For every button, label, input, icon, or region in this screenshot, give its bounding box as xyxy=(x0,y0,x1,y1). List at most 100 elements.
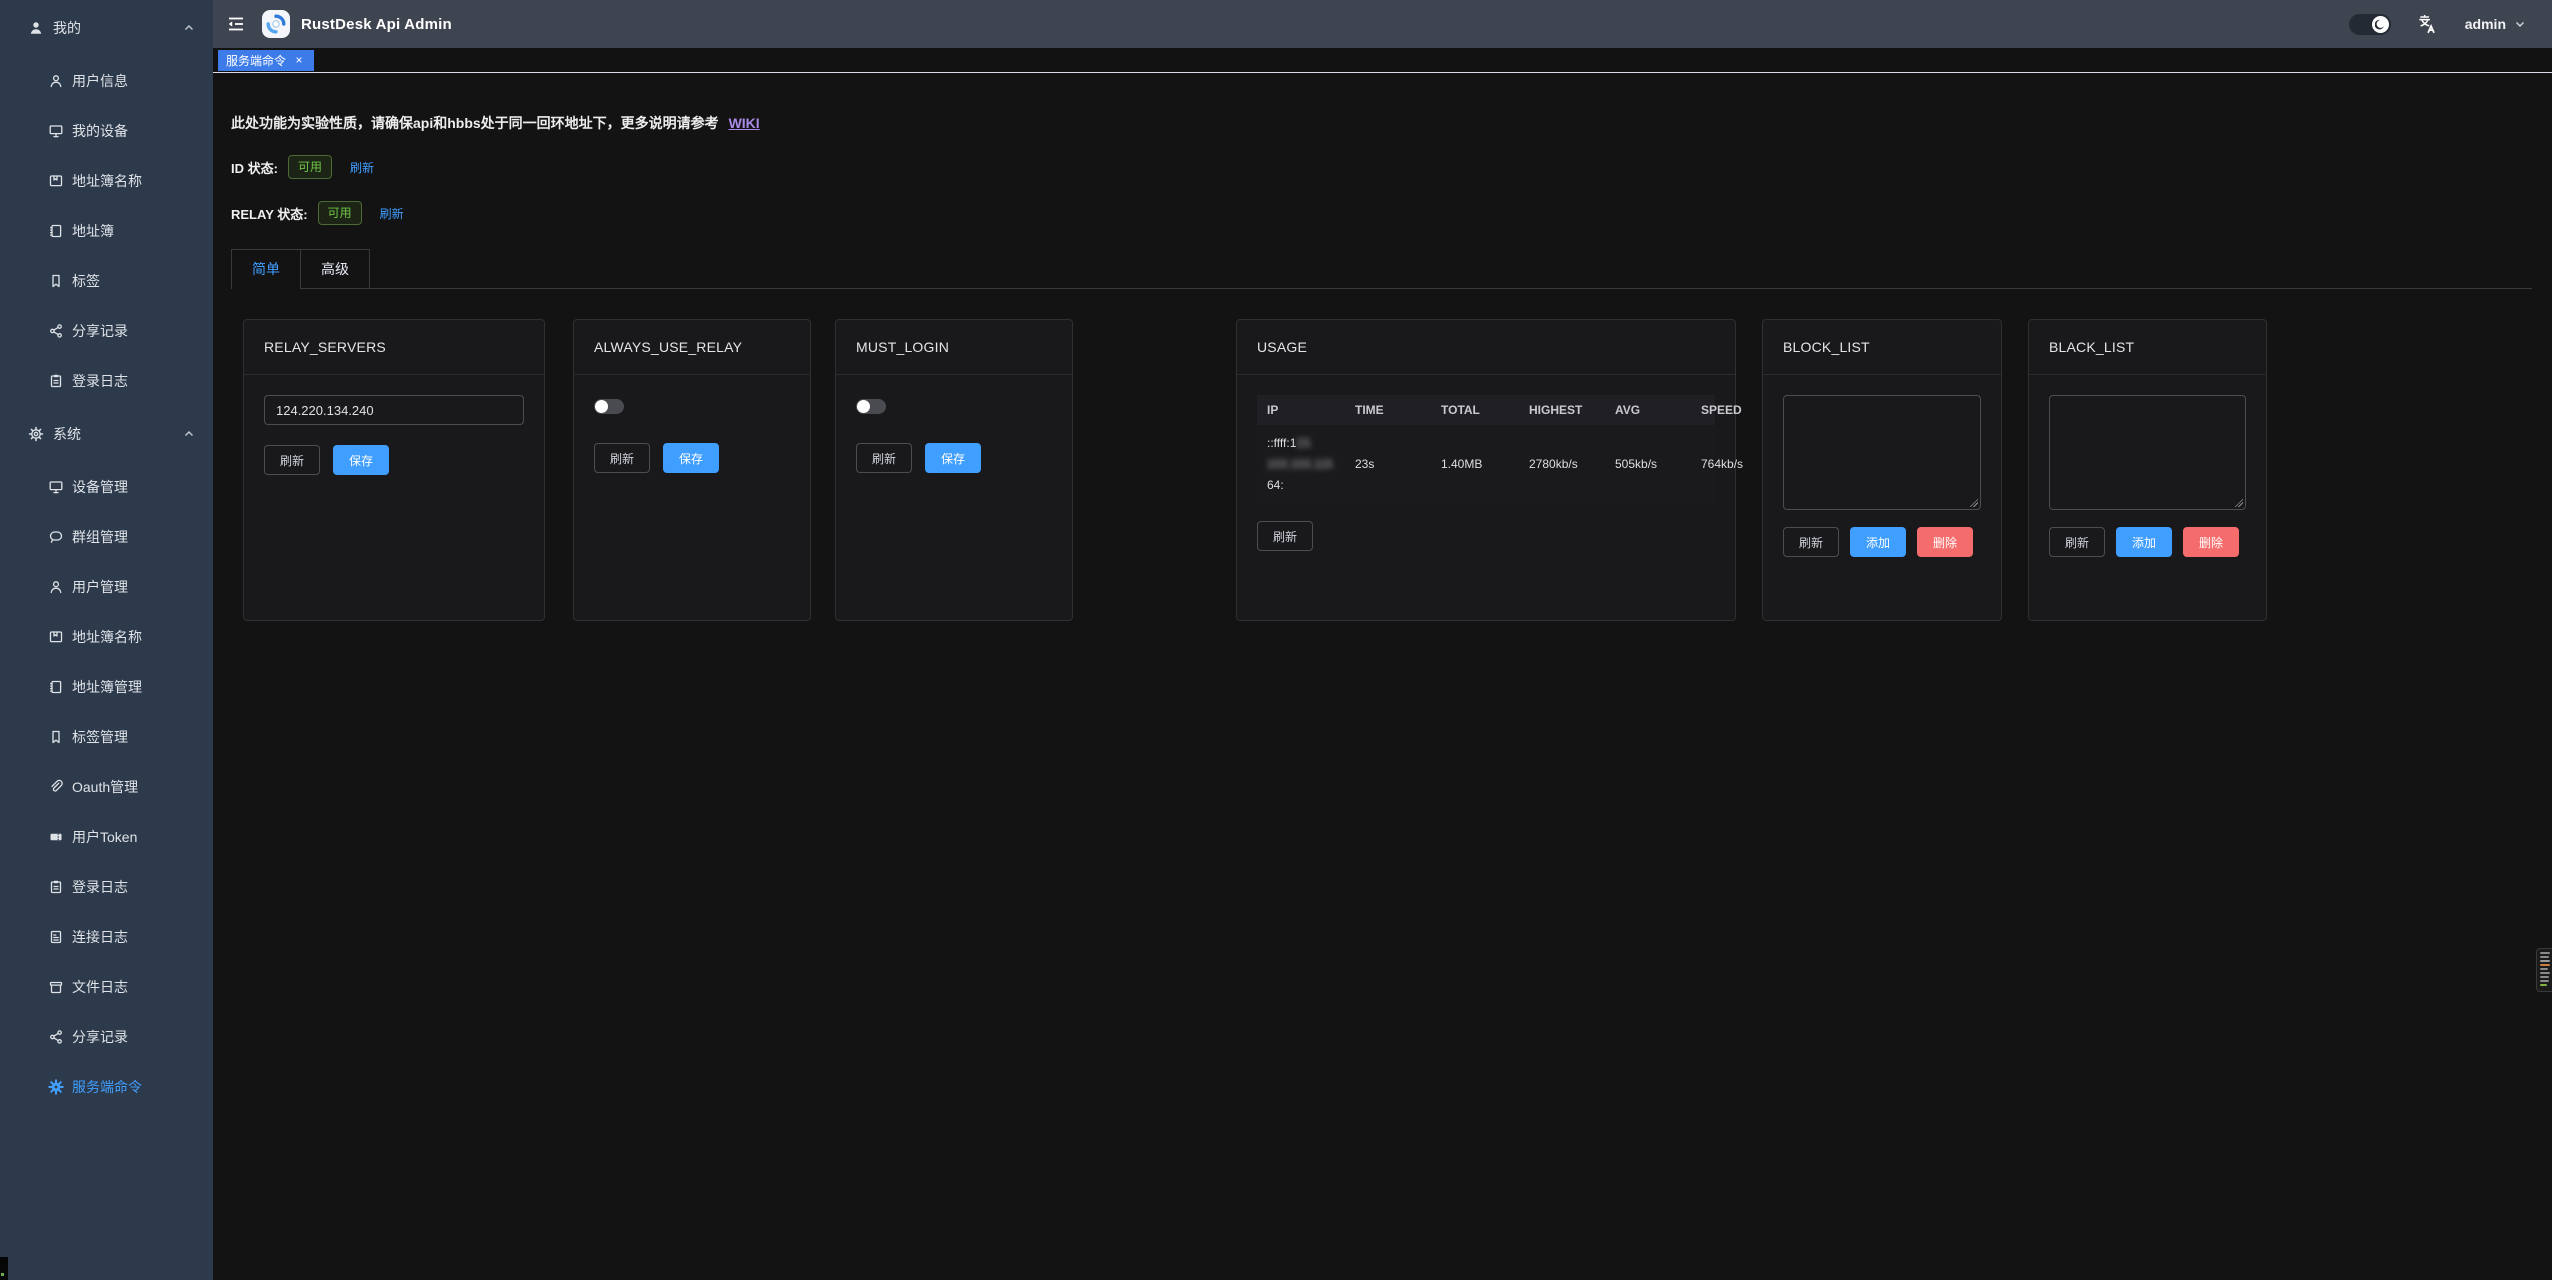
sidebar-item-设备管理[interactable]: 设备管理 xyxy=(0,462,213,512)
scroll-minimap-widget[interactable] xyxy=(2536,948,2552,992)
language-switch-icon[interactable] xyxy=(2416,14,2437,35)
black-list-refresh-button[interactable]: 刷新 xyxy=(2049,527,2105,557)
page-content: 此处功能为实验性质，请确保api和hbbs处于同一回环地址下，更多说明请参考 W… xyxy=(213,73,2552,1280)
relay-status-row: RELAY 状态: 可用 刷新 xyxy=(231,201,2532,225)
sidebar-item-登录日志[interactable]: 登录日志 xyxy=(0,356,213,406)
relay-servers-input[interactable] xyxy=(264,395,524,425)
collapse-sidebar-icon[interactable] xyxy=(225,13,247,35)
sidebar-item-地址簿名称[interactable]: 地址簿名称 xyxy=(0,156,213,206)
user-icon xyxy=(48,73,64,89)
sidebar-item-连接日志[interactable]: 连接日志 xyxy=(0,912,213,962)
user-filled-icon xyxy=(28,20,44,36)
block-list-add-button[interactable]: 添加 xyxy=(1850,527,1906,557)
tab-server-commands[interactable]: 服务端命令 × xyxy=(218,50,314,71)
sidebar-item-服务端命令[interactable]: 服务端命令 xyxy=(0,1062,213,1112)
col-highest: HIGHEST xyxy=(1519,395,1605,425)
sidebar-item-分享记录[interactable]: 分享记录 xyxy=(0,306,213,356)
usage-refresh-button[interactable]: 刷新 xyxy=(1257,521,1313,551)
usage-table-header-row: IP TIME TOTAL HIGHEST AVG SPEED xyxy=(1257,395,1715,425)
tags-bar: 服务端命令 × xyxy=(213,48,2552,73)
user-menu[interactable]: admin xyxy=(2465,16,2526,32)
chevron-down-icon xyxy=(2514,18,2526,30)
block-list-refresh-button[interactable]: 刷新 xyxy=(1783,527,1839,557)
relay-status-badge: 可用 xyxy=(318,201,362,225)
sidebar-item-分享记录[interactable]: 分享记录 xyxy=(0,1012,213,1062)
dark-mode-toggle[interactable] xyxy=(2349,14,2391,35)
sidebar-item-标签管理[interactable]: 标签管理 xyxy=(0,712,213,762)
share-icon xyxy=(48,323,64,339)
id-status-refresh-link[interactable]: 刷新 xyxy=(350,159,374,176)
black-list-textarea[interactable] xyxy=(2049,395,2246,510)
user-icon xyxy=(48,579,64,595)
must-login-refresh-button[interactable]: 刷新 xyxy=(856,443,912,473)
username: admin xyxy=(2465,16,2506,32)
corner-dot xyxy=(1,1273,4,1276)
relay-status-refresh-link[interactable]: 刷新 xyxy=(380,205,404,222)
cell-ip: ::ffff:123. 103.103.115 64: xyxy=(1257,425,1345,504)
sidebar-item-Oauth管理[interactable]: Oauth管理 xyxy=(0,762,213,812)
main-column: RustDesk Api Admin xyxy=(213,0,2552,1280)
app-title: RustDesk Api Admin xyxy=(301,16,452,33)
card-block-list: BLOCK_LIST 刷新 添加 删除 xyxy=(1762,319,2002,621)
sidebar-section-mine[interactable]: 我的 xyxy=(0,0,213,56)
sidebar-item-用户信息[interactable]: 用户信息 xyxy=(0,56,213,106)
relay-status-label: RELAY 状态: xyxy=(231,204,308,223)
gear-filled-icon xyxy=(48,1079,64,1095)
ticket-icon xyxy=(48,829,64,845)
col-avg: AVG xyxy=(1605,395,1691,425)
cell-highest: 2780kb/s xyxy=(1519,425,1605,504)
tab-label: 服务端命令 xyxy=(226,52,286,69)
black-list-add-button[interactable]: 添加 xyxy=(2116,527,2172,557)
col-ip: IP xyxy=(1257,395,1345,425)
card-title: BLACK_LIST xyxy=(2029,320,2266,375)
sidebar-item-登录日志[interactable]: 登录日志 xyxy=(0,862,213,912)
block-list-textarea[interactable] xyxy=(1783,395,1981,510)
card-title: BLOCK_LIST xyxy=(1763,320,2001,375)
card-title: ALWAYS_USE_RELAY xyxy=(574,320,810,375)
wiki-link[interactable]: WIKI xyxy=(729,115,760,131)
sidebar-item-地址簿名称[interactable]: 地址簿名称 xyxy=(0,612,213,662)
tab-advanced[interactable]: 高级 xyxy=(301,249,370,288)
tab-simple[interactable]: 简单 xyxy=(231,249,301,289)
section-label: 我的 xyxy=(53,18,183,38)
app-root: 我的用户信息我的设备地址簿名称地址簿标签分享记录登录日志系统设备管理群组管理用户… xyxy=(0,0,2552,1280)
monitor-icon xyxy=(48,123,64,139)
black-list-delete-button[interactable]: 删除 xyxy=(2183,527,2239,557)
bookmark-icon xyxy=(48,729,64,745)
notice-text: 此处功能为实验性质，请确保api和hbbs处于同一回环地址下，更多说明请参考 xyxy=(231,115,719,131)
always-use-relay-switch[interactable] xyxy=(594,399,624,414)
sidebar-item-地址簿管理[interactable]: 地址簿管理 xyxy=(0,662,213,712)
always-use-relay-refresh-button[interactable]: 刷新 xyxy=(594,443,650,473)
tab-close-icon[interactable]: × xyxy=(292,54,306,68)
block-list-delete-button[interactable]: 删除 xyxy=(1917,527,1973,557)
usage-table: IP TIME TOTAL HIGHEST AVG SPEED xyxy=(1257,395,1715,504)
book-name-icon xyxy=(48,173,64,189)
must-login-switch[interactable] xyxy=(856,399,886,414)
sidebar-item-文件日志[interactable]: 文件日志 xyxy=(0,962,213,1012)
notebook-icon xyxy=(48,679,64,695)
bookmark-icon xyxy=(48,273,64,289)
share-icon xyxy=(48,1029,64,1045)
always-use-relay-save-button[interactable]: 保存 xyxy=(663,443,719,473)
must-login-save-button[interactable]: 保存 xyxy=(925,443,981,473)
col-time: TIME xyxy=(1345,395,1431,425)
rustdesk-logo xyxy=(262,10,290,38)
cell-time: 23s xyxy=(1345,425,1431,504)
monitor-icon xyxy=(48,479,64,495)
sidebar-item-用户管理[interactable]: 用户管理 xyxy=(0,562,213,612)
sidebar-item-地址簿[interactable]: 地址簿 xyxy=(0,206,213,256)
sidebar-item-我的设备[interactable]: 我的设备 xyxy=(0,106,213,156)
relay-servers-refresh-button[interactable]: 刷新 xyxy=(264,445,320,475)
card-title: USAGE xyxy=(1237,320,1735,375)
sidebar-item-用户Token[interactable]: 用户Token xyxy=(0,812,213,862)
card-relay-servers: RELAY_SERVERS 刷新 保存 xyxy=(243,319,545,621)
section-label: 系统 xyxy=(53,424,183,444)
clipboard-icon xyxy=(48,879,64,895)
gear-icon xyxy=(28,426,44,442)
view-tabs: 简单 高级 xyxy=(231,249,2532,289)
relay-servers-save-button[interactable]: 保存 xyxy=(333,445,389,475)
sidebar-item-标签[interactable]: 标签 xyxy=(0,256,213,306)
sidebar-item-群组管理[interactable]: 群组管理 xyxy=(0,512,213,562)
cell-speed: 764kb/s xyxy=(1691,425,1715,504)
sidebar-section-system[interactable]: 系统 xyxy=(0,406,213,462)
